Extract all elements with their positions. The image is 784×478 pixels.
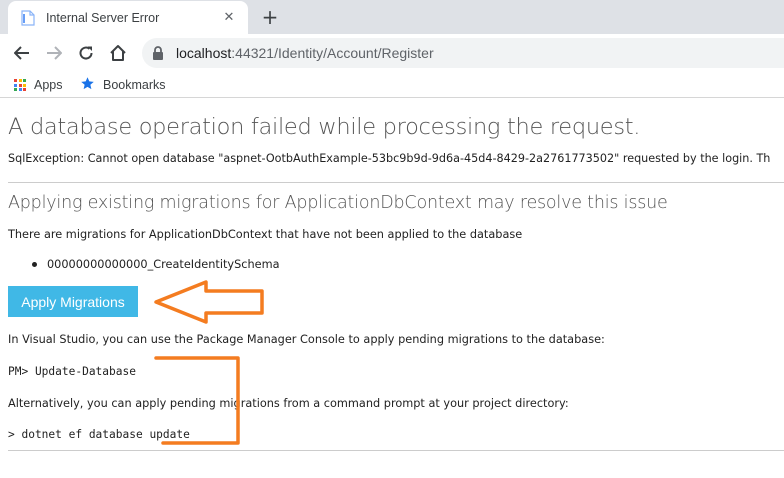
- annotation-overlay: [154, 280, 264, 445]
- annotation-arrow-icon: [154, 280, 264, 324]
- annotation-bracket-icon: [154, 356, 240, 445]
